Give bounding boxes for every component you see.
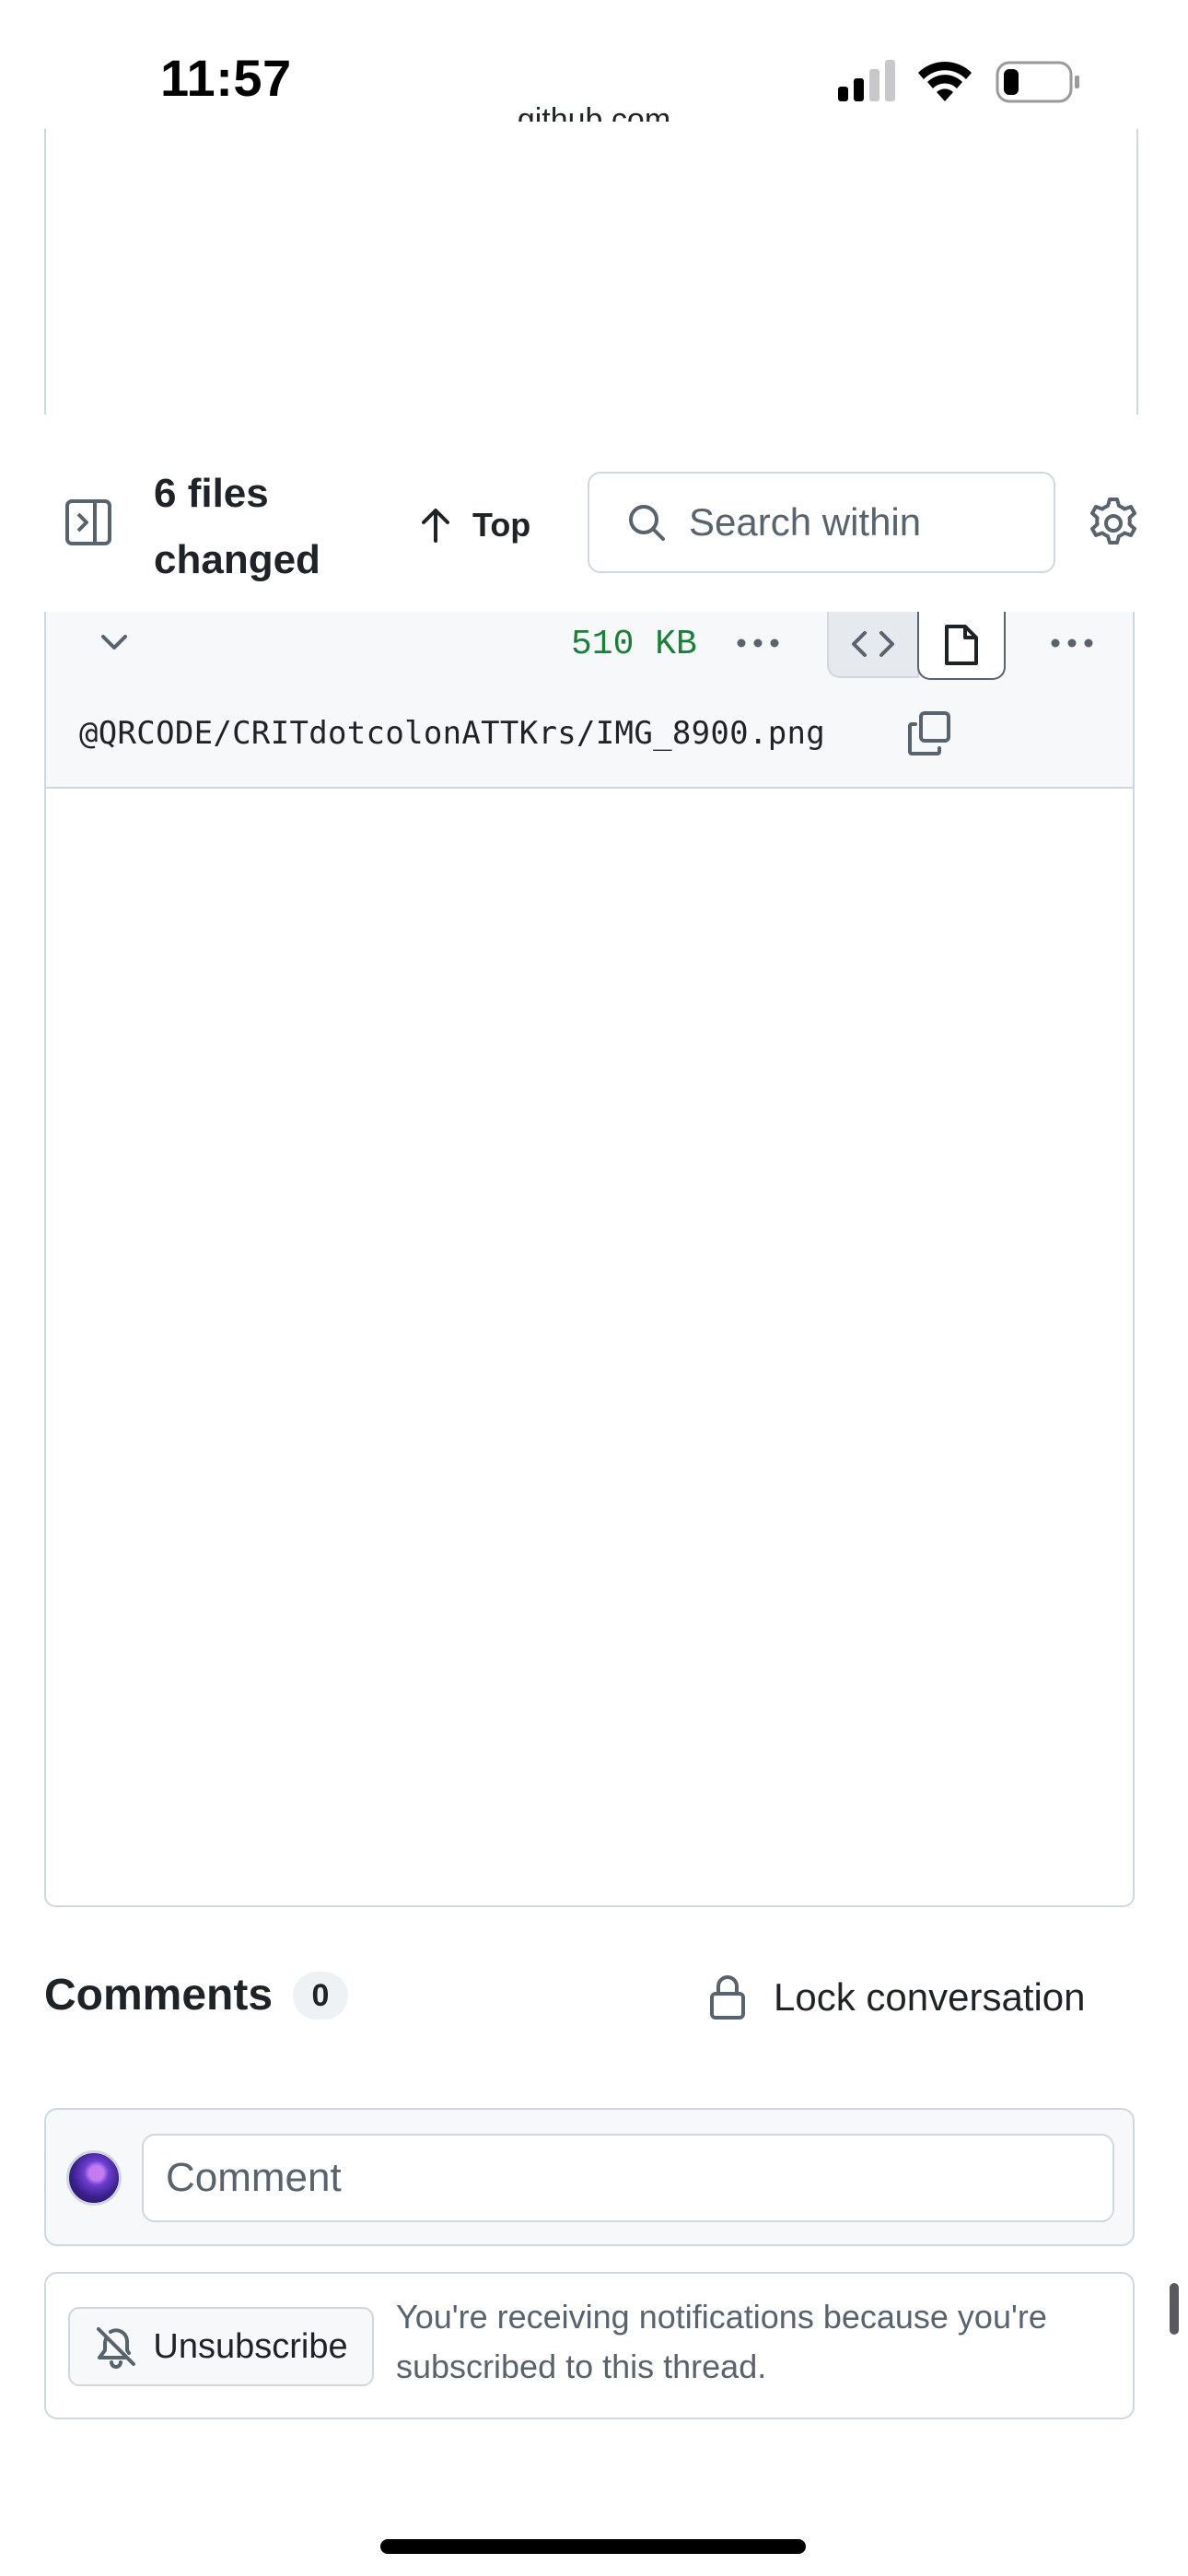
gear-icon[interactable]	[1085, 495, 1142, 552]
scroll-top-label: Top	[472, 506, 531, 544]
home-indicator[interactable]	[380, 2539, 806, 2554]
files-changed-title: 6 files changed	[154, 471, 320, 582]
search-input[interactable]	[689, 500, 919, 544]
file-menu-icon[interactable]	[1044, 625, 1100, 662]
file-icon	[945, 625, 978, 665]
file-view-button[interactable]	[917, 612, 1006, 680]
unsubscribe-button[interactable]: Unsubscribe	[68, 2307, 374, 2386]
scroll-top-button[interactable]: Top	[419, 498, 530, 553]
previous-file-domain: github.com	[517, 102, 671, 122]
more-options-icon[interactable]	[730, 625, 786, 662]
comments-title: Comments	[44, 1971, 274, 2020]
code-view-button[interactable]	[827, 612, 919, 678]
comments-count-badge: 0	[293, 1972, 348, 2020]
lock-conversation-label: Lock conversation	[774, 1975, 1086, 2019]
code-icon	[852, 631, 894, 657]
lock-icon	[710, 1975, 745, 2020]
previous-file-box	[44, 129, 1138, 415]
file-path: @QRCODE/CRITdotcolonATTKrs/IMG_8900.png	[79, 715, 826, 752]
search-icon	[629, 505, 665, 541]
comment-input[interactable]	[142, 2134, 1114, 2222]
bell-slash-icon	[97, 2327, 136, 2369]
avatar	[66, 2150, 122, 2206]
sidebar-expand-icon[interactable]	[64, 498, 112, 546]
lock-conversation-button[interactable]: Lock conversation	[707, 1970, 1086, 2025]
file-size: 510 KB	[571, 625, 697, 664]
scroll-indicator[interactable]	[1170, 2283, 1179, 2335]
notification-reason-text: You're receiving notifications because y…	[396, 2298, 1047, 2385]
chevron-down-icon[interactable]	[88, 625, 140, 662]
search-within-code[interactable]	[588, 472, 1055, 573]
copy-icon[interactable]	[906, 709, 954, 757]
file-diff-box	[44, 612, 1135, 1907]
unsubscribe-label: Unsubscribe	[153, 2326, 348, 2366]
arrow-up-icon	[422, 509, 449, 543]
